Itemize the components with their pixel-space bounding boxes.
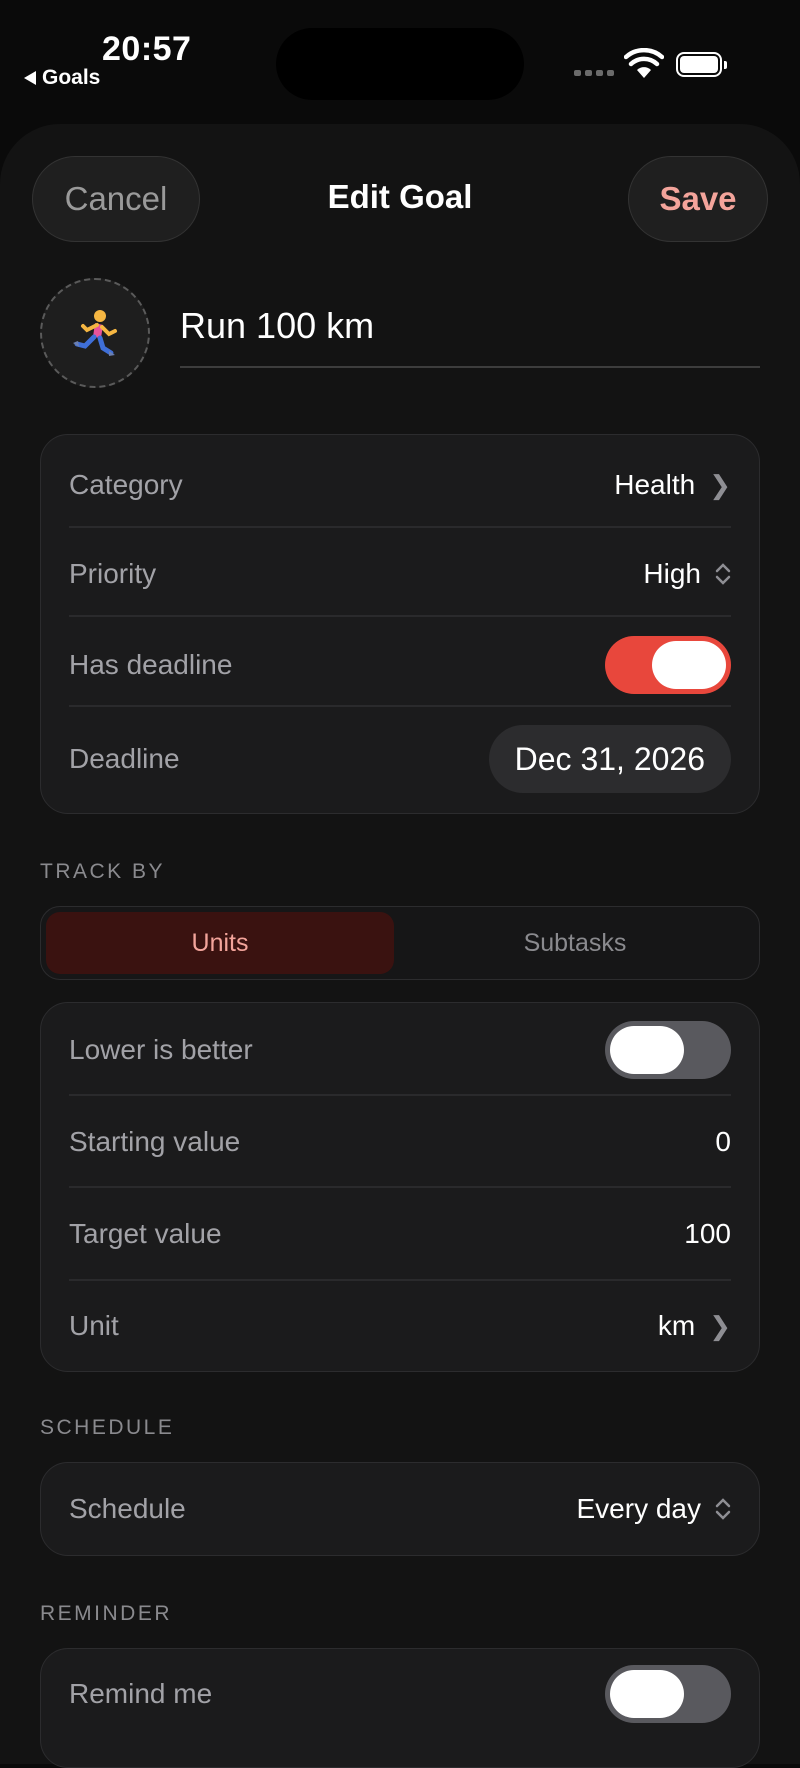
target-value[interactable]: 100 (684, 1218, 731, 1250)
starting-value[interactable]: 0 (715, 1126, 731, 1158)
schedule-value: Every day (576, 1493, 702, 1524)
priority-value: High (643, 558, 701, 589)
remind-me-row: Remind me (69, 1665, 731, 1723)
runner-icon (73, 310, 117, 356)
lower-is-better-toggle[interactable] (605, 1021, 731, 1079)
back-triangle-icon (24, 71, 36, 85)
status-time: 20:57 (102, 30, 192, 68)
segment-units[interactable]: Units (46, 912, 394, 974)
goal-emoji-picker[interactable] (40, 278, 150, 388)
has-deadline-row: Has deadline (69, 636, 731, 694)
unit-value: km (657, 1310, 696, 1341)
divider (69, 1186, 731, 1188)
schedule-row[interactable]: Schedule Every day (69, 1487, 731, 1531)
schedule-header: SCHEDULE (40, 1416, 175, 1439)
deadline-date-picker[interactable]: Dec 31, 2026 (488, 725, 731, 793)
category-row[interactable]: Category Health ❯ (69, 463, 731, 507)
track-by-segmented-control: Units Subtasks (40, 906, 760, 980)
wifi-icon (624, 48, 664, 78)
remind-me-label: Remind me (69, 1678, 213, 1709)
status-back-label: Goals (42, 66, 101, 89)
track-by-header: TRACK BY (40, 860, 166, 883)
lower-is-better-row: Lower is better (69, 1021, 731, 1079)
chevron-up-down-icon (715, 1498, 731, 1520)
save-button[interactable]: Save (628, 156, 768, 242)
status-back-link[interactable]: Goals (24, 66, 100, 90)
chevron-right-icon: ❯ (709, 1310, 731, 1341)
cellular-signal-icon (574, 70, 614, 76)
chevron-up-down-icon (715, 563, 731, 585)
divider (69, 705, 731, 707)
cancel-button[interactable]: Cancel (32, 156, 200, 242)
segment-subtasks[interactable]: Subtasks (401, 912, 749, 974)
goal-details-card: Category Health ❯ Priority High Has deadl… (40, 434, 760, 814)
unit-label: Unit (69, 1310, 119, 1341)
has-deadline-label: Has deadline (69, 649, 233, 680)
starting-value-row[interactable]: Starting value 0 (69, 1120, 731, 1164)
goal-title-underline (180, 366, 760, 368)
schedule-label: Schedule (69, 1493, 186, 1524)
goal-title-input[interactable] (180, 296, 760, 356)
schedule-card: Schedule Every day (40, 1462, 760, 1556)
divider (69, 615, 731, 617)
priority-row[interactable]: Priority High (69, 552, 731, 596)
remind-me-toggle[interactable] (605, 1665, 731, 1723)
units-card: Lower is better Starting value 0 Target … (40, 1002, 760, 1372)
deadline-row: Deadline Dec 31, 2026 (69, 725, 731, 793)
priority-label: Priority (69, 558, 157, 589)
chevron-right-icon: ❯ (709, 469, 731, 500)
unit-row[interactable]: Unit km ❯ (69, 1304, 731, 1348)
target-value-label: Target value (69, 1218, 222, 1249)
reminder-header: REMINDER (40, 1602, 173, 1625)
battery-icon (676, 52, 727, 77)
divider (69, 1094, 731, 1096)
lower-is-better-label: Lower is better (69, 1034, 253, 1065)
divider (69, 1279, 731, 1281)
category-label: Category (69, 469, 183, 500)
category-value: Health (614, 469, 696, 500)
target-value-row[interactable]: Target value 100 (69, 1212, 731, 1256)
dynamic-island (276, 28, 524, 100)
divider (69, 526, 731, 528)
deadline-label: Deadline (69, 743, 180, 774)
reminder-card: Remind me (40, 1648, 760, 1768)
starting-value-label: Starting value (69, 1126, 241, 1157)
has-deadline-toggle[interactable] (605, 636, 731, 694)
